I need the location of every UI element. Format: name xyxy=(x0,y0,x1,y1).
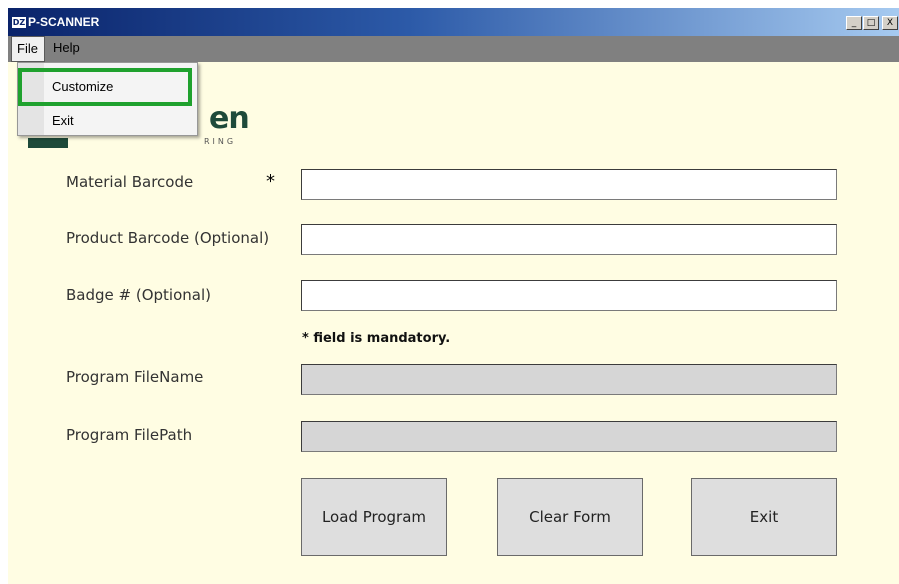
menu-bar: File Help xyxy=(8,36,899,62)
badge-label: Badge # (Optional) xyxy=(66,286,211,304)
logo-bar xyxy=(28,138,68,148)
exit-button[interactable]: Exit xyxy=(691,478,837,556)
product-barcode-label: Product Barcode (Optional) xyxy=(66,229,270,247)
close-button[interactable]: X xyxy=(882,16,898,30)
material-barcode-input[interactable] xyxy=(301,169,837,200)
menu-help[interactable]: Help xyxy=(48,36,92,62)
company-logo: en xyxy=(209,101,250,136)
program-filepath-field[interactable] xyxy=(301,421,837,452)
badge-input[interactable] xyxy=(301,280,837,311)
company-logo-subtext: RING xyxy=(204,137,237,146)
app-icon: DZ xyxy=(12,17,26,28)
clear-form-button[interactable]: Clear Form xyxy=(497,478,643,556)
window-title: P-SCANNER xyxy=(28,15,100,29)
title-bar[interactable]: DZ P-SCANNER _ □ X xyxy=(8,8,899,36)
program-filename-field[interactable] xyxy=(301,364,837,395)
program-filename-label: Program FileName xyxy=(66,368,204,386)
product-barcode-input[interactable] xyxy=(301,224,837,255)
required-marker: * xyxy=(266,171,275,192)
load-program-button[interactable]: Load Program xyxy=(301,478,447,556)
menu-item-exit[interactable]: Exit xyxy=(52,113,74,128)
app-window: DZ P-SCANNER _ □ X File Help en RING Cus… xyxy=(8,8,899,584)
menu-file[interactable]: File xyxy=(11,36,45,62)
minimize-button[interactable]: _ xyxy=(846,16,862,30)
highlight-box xyxy=(18,68,192,106)
maximize-button[interactable]: □ xyxy=(863,16,879,30)
material-barcode-label: Material Barcode xyxy=(66,173,194,191)
program-filepath-label: Program FilePath xyxy=(66,426,193,444)
mandatory-note: * field is mandatory. xyxy=(302,331,451,346)
